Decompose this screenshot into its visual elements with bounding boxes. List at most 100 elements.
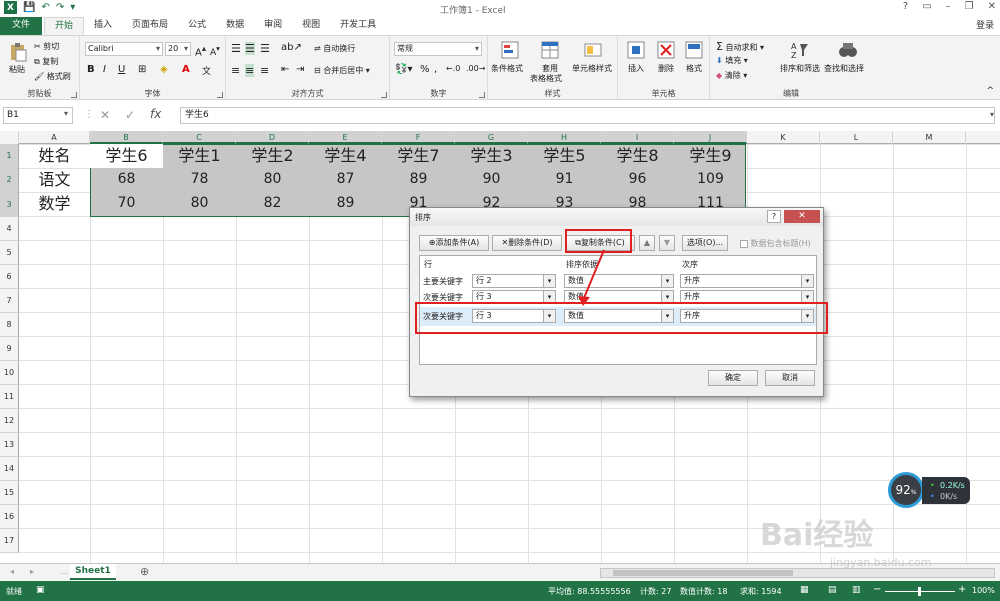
tab-formulas[interactable]: 公式 xyxy=(178,17,216,35)
decrease-indent-icon[interactable]: ⇤ xyxy=(281,64,289,75)
help-button[interactable]: ? xyxy=(903,1,908,12)
cell-I1[interactable]: 学生8 xyxy=(601,144,674,168)
alignment-launcher-icon[interactable] xyxy=(381,92,387,98)
row-header-4[interactable]: 4 xyxy=(0,217,19,241)
add-level-button[interactable]: ⊕添加条件(A) xyxy=(419,235,489,251)
decrease-decimal-icon[interactable]: .00→ xyxy=(466,64,485,73)
col-header-f[interactable]: F xyxy=(382,131,455,144)
next-sheet-icon[interactable]: ▸ xyxy=(30,567,34,576)
undo-icon[interactable]: ↶ xyxy=(41,2,49,13)
insert-function-button[interactable]: fx xyxy=(150,107,161,121)
sheet-tab-sheet1[interactable]: Sheet1 xyxy=(70,564,116,580)
formula-input[interactable]: 学生6 xyxy=(180,107,995,124)
sheet-more-icon[interactable]: … xyxy=(60,567,68,576)
col-header-l[interactable]: L xyxy=(820,131,893,144)
clipboard-launcher-icon[interactable] xyxy=(71,92,77,98)
cell-G1[interactable]: 学生3 xyxy=(455,144,528,168)
paste-icon[interactable] xyxy=(8,42,28,62)
cell-A3[interactable]: 数学 xyxy=(19,192,90,216)
login-link[interactable]: 登录 xyxy=(976,18,994,31)
autosum-button[interactable]: Σ 自动求和 ▾ xyxy=(716,40,764,53)
bold-button[interactable]: B xyxy=(87,64,95,75)
format-cells-button[interactable]: 格式 xyxy=(686,63,702,74)
page-break-view-icon[interactable]: ▥ xyxy=(852,585,861,595)
new-sheet-icon[interactable]: ⊕ xyxy=(140,565,149,578)
cell-C2[interactable]: 78 xyxy=(163,168,236,192)
cell-F2[interactable]: 89 xyxy=(382,168,455,192)
cell-J2[interactable]: 109 xyxy=(674,168,747,192)
col-header-b[interactable]: B xyxy=(90,131,163,144)
number-format-select[interactable]: 常规 xyxy=(394,42,482,56)
header-checkbox[interactable] xyxy=(740,239,748,248)
tab-page-layout[interactable]: 页面布局 xyxy=(122,17,178,35)
tab-review[interactable]: 审阅 xyxy=(254,17,292,35)
underline-button[interactable]: U xyxy=(118,64,125,75)
cell-D1[interactable]: 学生2 xyxy=(236,144,309,168)
save-icon[interactable]: 💾 xyxy=(23,2,35,13)
cell-A1[interactable]: 姓名 xyxy=(19,144,90,168)
cell-styles-button[interactable]: 单元格样式 xyxy=(572,63,612,74)
align-middle-icon[interactable]: ☰ xyxy=(245,42,255,55)
insert-cells-button[interactable]: 插入 xyxy=(628,63,644,74)
row-header-9[interactable]: 9 xyxy=(0,337,19,361)
cell-C3[interactable]: 80 xyxy=(163,192,236,216)
merge-center-button[interactable]: ⊟ 合并后居中 ▾ xyxy=(314,65,370,76)
tab-home[interactable]: 开始 xyxy=(44,17,85,35)
cell-B1[interactable]: 学生6 xyxy=(90,144,163,168)
cell-D3[interactable]: 82 xyxy=(236,192,309,216)
row-header-10[interactable]: 10 xyxy=(0,361,19,385)
col-header-a[interactable]: A xyxy=(19,131,90,144)
row-header-16[interactable]: 16 xyxy=(0,505,19,529)
options-button[interactable]: 选项(O)... xyxy=(682,235,728,251)
increase-decimal-icon[interactable]: ←.0 xyxy=(446,64,460,73)
align-left-icon[interactable]: ≡ xyxy=(231,64,240,77)
row-header-15[interactable]: 15 xyxy=(0,481,19,505)
paste-button[interactable]: 粘贴 xyxy=(9,64,25,75)
zoom-level[interactable]: 100% xyxy=(972,586,995,595)
maximize-icon[interactable]: ❐ xyxy=(965,1,974,12)
col-header-j[interactable]: J xyxy=(674,131,747,144)
level-1-key-select[interactable]: 行 2 ▾ xyxy=(472,274,556,288)
col-header-d[interactable]: D xyxy=(236,131,309,144)
row-header-17[interactable]: 17 xyxy=(0,529,19,553)
sort-filter-button[interactable]: 排序和筛选 xyxy=(780,63,820,74)
ribbon-display-icon[interactable]: ▭ xyxy=(922,1,931,12)
collapse-ribbon-icon[interactable]: ^ xyxy=(986,86,994,96)
zoom-in-icon[interactable]: + xyxy=(958,584,966,595)
comma-button[interactable]: , xyxy=(434,64,437,75)
cell-F1[interactable]: 学生7 xyxy=(382,144,455,168)
row-header-5[interactable]: 5 xyxy=(0,241,19,265)
align-center-icon[interactable]: ≡ xyxy=(245,64,255,77)
row-header-1[interactable]: 1 xyxy=(0,144,19,168)
shrink-font-button[interactable]: A▾ xyxy=(210,44,220,58)
move-down-icon[interactable]: ▼ xyxy=(659,235,675,251)
cell-J1[interactable]: 学生9 xyxy=(674,144,747,168)
col-header-i[interactable]: I xyxy=(601,131,674,144)
number-launcher-icon[interactable] xyxy=(479,92,485,98)
row-header-6[interactable]: 6 xyxy=(0,265,19,289)
horizontal-scrollbar[interactable] xyxy=(600,568,995,578)
fill-color-icon[interactable]: ◈ xyxy=(160,64,168,75)
row-header-13[interactable]: 13 xyxy=(0,433,19,457)
customize-qat-icon[interactable]: ▾ xyxy=(70,2,75,13)
row-header-2[interactable]: 2 xyxy=(0,168,19,192)
col-header-g[interactable]: G xyxy=(455,131,528,144)
font-launcher-icon[interactable] xyxy=(217,92,223,98)
conditional-format-button[interactable]: 条件格式 xyxy=(491,63,523,74)
zoom-slider-thumb[interactable] xyxy=(918,587,921,596)
cell-B3[interactable]: 70 xyxy=(90,192,163,216)
horizontal-scroll-thumb[interactable] xyxy=(613,570,793,576)
close-icon[interactable]: ✕ xyxy=(988,1,996,12)
percent-button[interactable]: % xyxy=(420,64,430,75)
col-header-e[interactable]: E xyxy=(309,131,382,144)
normal-view-icon[interactable]: ▦ xyxy=(800,585,809,595)
tab-view[interactable]: 视图 xyxy=(292,17,330,35)
row-header-7[interactable]: 7 xyxy=(0,289,19,313)
format-painter-button[interactable]: 🖌 格式刷 xyxy=(34,71,71,82)
cell-A2[interactable]: 语文 xyxy=(19,168,90,192)
wrap-text-button[interactable]: ⇌ 自动换行 xyxy=(314,43,355,54)
dialog-close-icon[interactable]: ✕ xyxy=(784,210,820,223)
phonetic-icon[interactable]: 文 xyxy=(202,64,211,77)
row-header-11[interactable]: 11 xyxy=(0,385,19,409)
col-header-h[interactable]: H xyxy=(528,131,601,144)
